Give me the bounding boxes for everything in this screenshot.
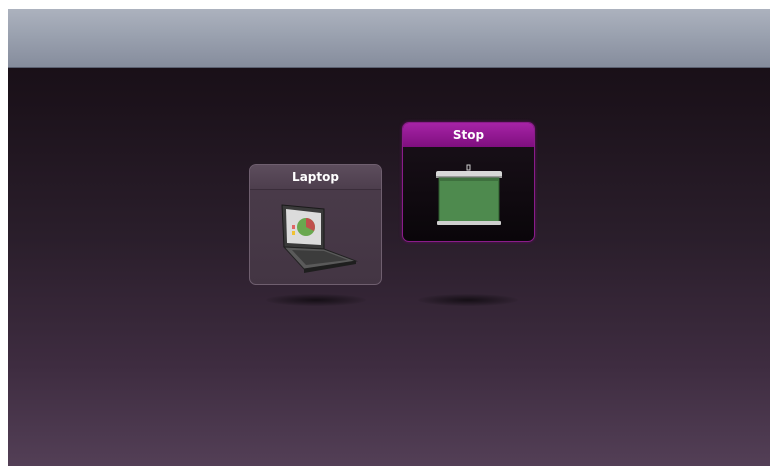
- control-screen: Laptop Stop: [8, 9, 770, 466]
- laptop-icon: [274, 203, 360, 279]
- source-tile-laptop[interactable]: Laptop: [249, 164, 382, 285]
- source-tile-stop[interactable]: Stop: [402, 122, 535, 242]
- projection-screen-icon: [434, 163, 504, 233]
- tile-shadow: [418, 294, 518, 306]
- top-bar: [8, 9, 770, 68]
- tile-shadow: [266, 294, 366, 306]
- tile-label-laptop: Laptop: [250, 165, 381, 190]
- tile-label-stop: Stop: [403, 123, 534, 147]
